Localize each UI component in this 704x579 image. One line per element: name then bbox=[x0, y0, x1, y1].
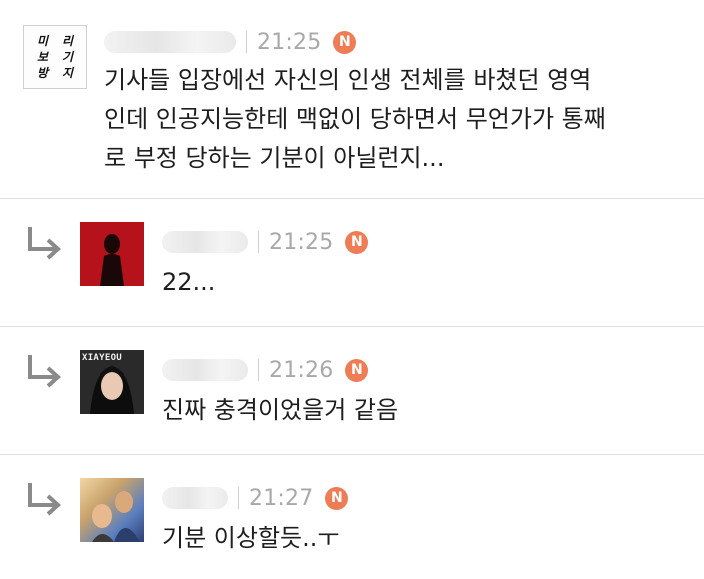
timestamp: 21:25 bbox=[257, 29, 322, 55]
new-badge-icon: N bbox=[345, 230, 369, 254]
comment-text: 22... bbox=[162, 268, 216, 296]
comment-meta: 21:25 N bbox=[162, 225, 369, 259]
avatar[interactable]: 미 리 보 기 방 지 bbox=[23, 25, 87, 89]
avatar[interactable] bbox=[80, 222, 144, 286]
comment-meta: 21:26 N bbox=[162, 353, 369, 387]
reply-arrow-icon bbox=[28, 483, 61, 516]
divider bbox=[238, 487, 239, 509]
new-badge-icon: N bbox=[345, 358, 369, 382]
redacted-username bbox=[162, 231, 248, 253]
reply-arrow-icon bbox=[28, 355, 61, 388]
comment-item: 미 리 보 기 방 지 21:25 N 기사들 입장에선 자신의 인생 전체를 … bbox=[0, 0, 704, 199]
comment-meta: 21:25 N bbox=[104, 25, 357, 59]
new-badge-icon: N bbox=[333, 30, 357, 54]
redacted-username bbox=[104, 31, 236, 53]
avatar-caption: XIAYEOU bbox=[82, 353, 123, 363]
group-photo-icon bbox=[92, 491, 140, 542]
divider bbox=[258, 359, 259, 381]
silhouette-figure-icon bbox=[100, 234, 124, 286]
avatar[interactable] bbox=[80, 478, 144, 542]
timestamp: 21:27 bbox=[249, 485, 314, 511]
redacted-username bbox=[162, 359, 248, 381]
comment-reply: 21:25 N 22... bbox=[0, 199, 704, 327]
timestamp: 21:25 bbox=[269, 229, 334, 255]
reply-arrow-icon bbox=[28, 227, 61, 260]
redacted-username bbox=[162, 487, 228, 509]
timestamp: 21:26 bbox=[269, 357, 334, 383]
divider bbox=[246, 31, 247, 53]
comment-text: 진짜 충격이었을거 같음 bbox=[162, 396, 399, 424]
comment-text: 기분 이상할듯..ㅜ bbox=[162, 524, 340, 552]
comment-text: 기사들 입장에선 자신의 인생 전체를 바쳤던 영역 인데 인공지능한테 맥없이… bbox=[104, 66, 606, 172]
divider bbox=[258, 231, 259, 253]
comment-meta: 21:27 N bbox=[162, 481, 349, 515]
avatar-stamp-logo: 미 리 보 기 방 지 bbox=[36, 34, 74, 80]
comment-reply: XIAYEOU 21:26 N 진짜 충격이었을거 같음 bbox=[0, 327, 704, 455]
avatar[interactable]: XIAYEOU bbox=[80, 350, 144, 414]
comment-reply: 21:27 N 기분 이상할듯..ㅜ bbox=[0, 455, 704, 579]
new-badge-icon: N bbox=[325, 486, 349, 510]
